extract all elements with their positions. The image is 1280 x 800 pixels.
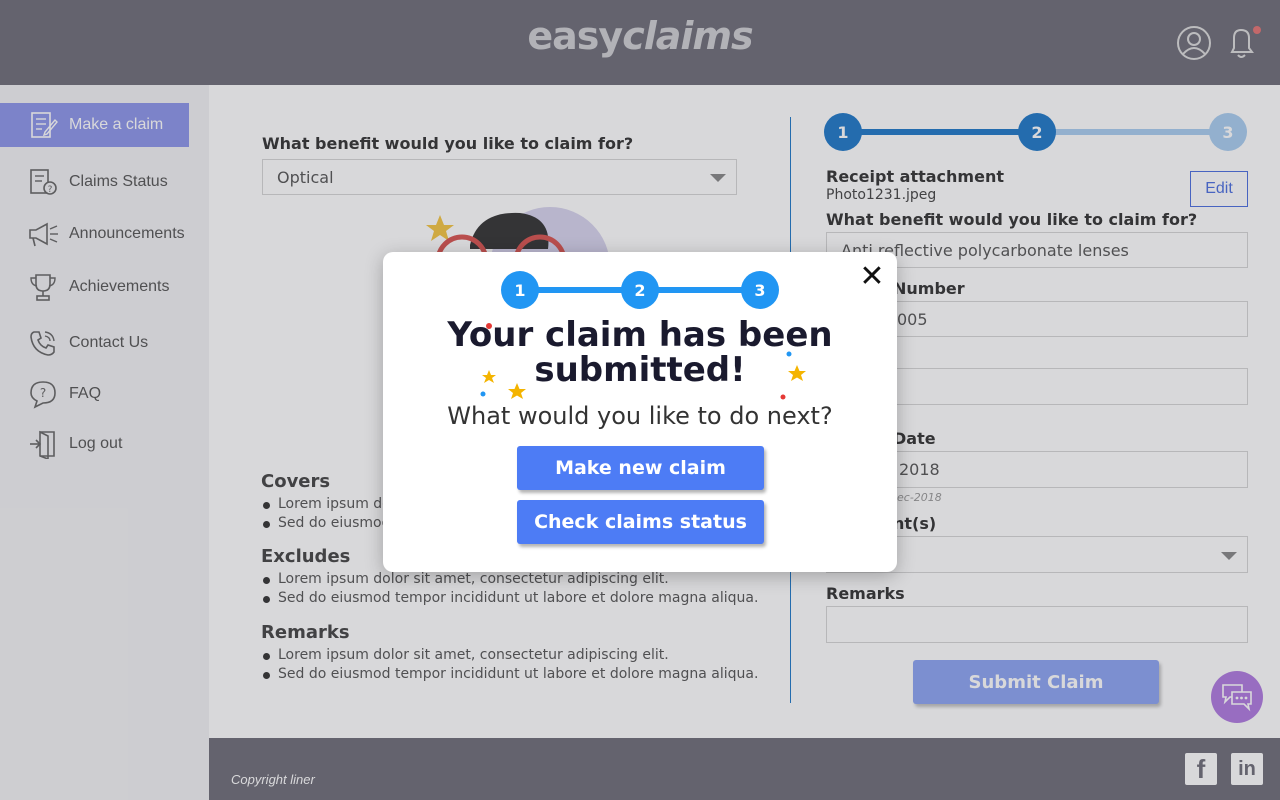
success-modal: ✕ 1 2 3 Your claim has been submitted! W… — [383, 252, 897, 572]
modal-subtitle: What would you like to do next? — [447, 402, 833, 430]
modal-step-2: 2 — [621, 271, 659, 309]
modal-step-3: 3 — [741, 271, 779, 309]
modal-step-1: 1 — [501, 271, 539, 309]
check-claims-status-button[interactable]: Check claims status — [517, 500, 764, 544]
make-new-claim-button[interactable]: Make new claim — [517, 446, 764, 490]
confetti-decoration — [480, 323, 806, 400]
close-icon[interactable]: ✕ — [859, 262, 885, 292]
